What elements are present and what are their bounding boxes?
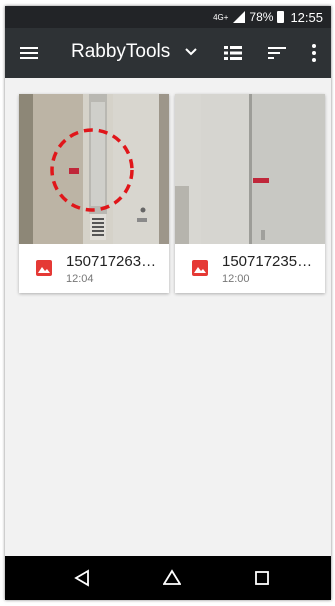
file-name: 150717263… bbox=[66, 253, 157, 270]
file-grid: 150717263… 12:04 150717235… 12:00 bbox=[5, 78, 331, 578]
file-time: 12:00 bbox=[222, 273, 250, 285]
file-card[interactable]: 150717235… 12:00 bbox=[175, 94, 325, 293]
recents-icon[interactable] bbox=[253, 569, 271, 587]
file-name: 150717235… bbox=[222, 253, 313, 270]
battery-icon bbox=[277, 11, 285, 23]
status-bar: 4G+ 78% 12:55 bbox=[5, 6, 331, 28]
signal-icon bbox=[233, 11, 246, 23]
file-meta: 150717235… 12:00 bbox=[175, 244, 325, 293]
file-card[interactable]: 150717263… 12:04 bbox=[19, 94, 169, 293]
back-icon[interactable] bbox=[73, 569, 91, 587]
more-vert-icon[interactable] bbox=[311, 43, 317, 63]
image-icon bbox=[36, 260, 52, 276]
file-time: 12:04 bbox=[66, 273, 94, 285]
menu-icon[interactable] bbox=[19, 44, 39, 62]
file-meta: 150717263… 12:04 bbox=[19, 244, 169, 293]
home-icon[interactable] bbox=[163, 569, 181, 587]
sort-icon[interactable] bbox=[268, 45, 286, 61]
network-type: 4G+ bbox=[213, 12, 229, 22]
folder-selector[interactable]: RabbyTools bbox=[71, 41, 198, 63]
app-title: RabbyTools bbox=[71, 41, 171, 62]
image-thumbnail bbox=[175, 94, 325, 244]
list-view-icon[interactable] bbox=[224, 45, 242, 61]
navigation-bar bbox=[5, 556, 331, 600]
app-bar: RabbyTools bbox=[5, 28, 331, 78]
chevron-down-icon bbox=[185, 48, 197, 56]
battery-percent: 78% bbox=[249, 10, 274, 24]
image-icon bbox=[192, 260, 208, 276]
image-thumbnail bbox=[19, 94, 169, 244]
phone-screen: 4G+ 78% 12:55 RabbyTools 150717263… 12:0… bbox=[5, 6, 331, 600]
status-time: 12:55 bbox=[290, 9, 323, 25]
